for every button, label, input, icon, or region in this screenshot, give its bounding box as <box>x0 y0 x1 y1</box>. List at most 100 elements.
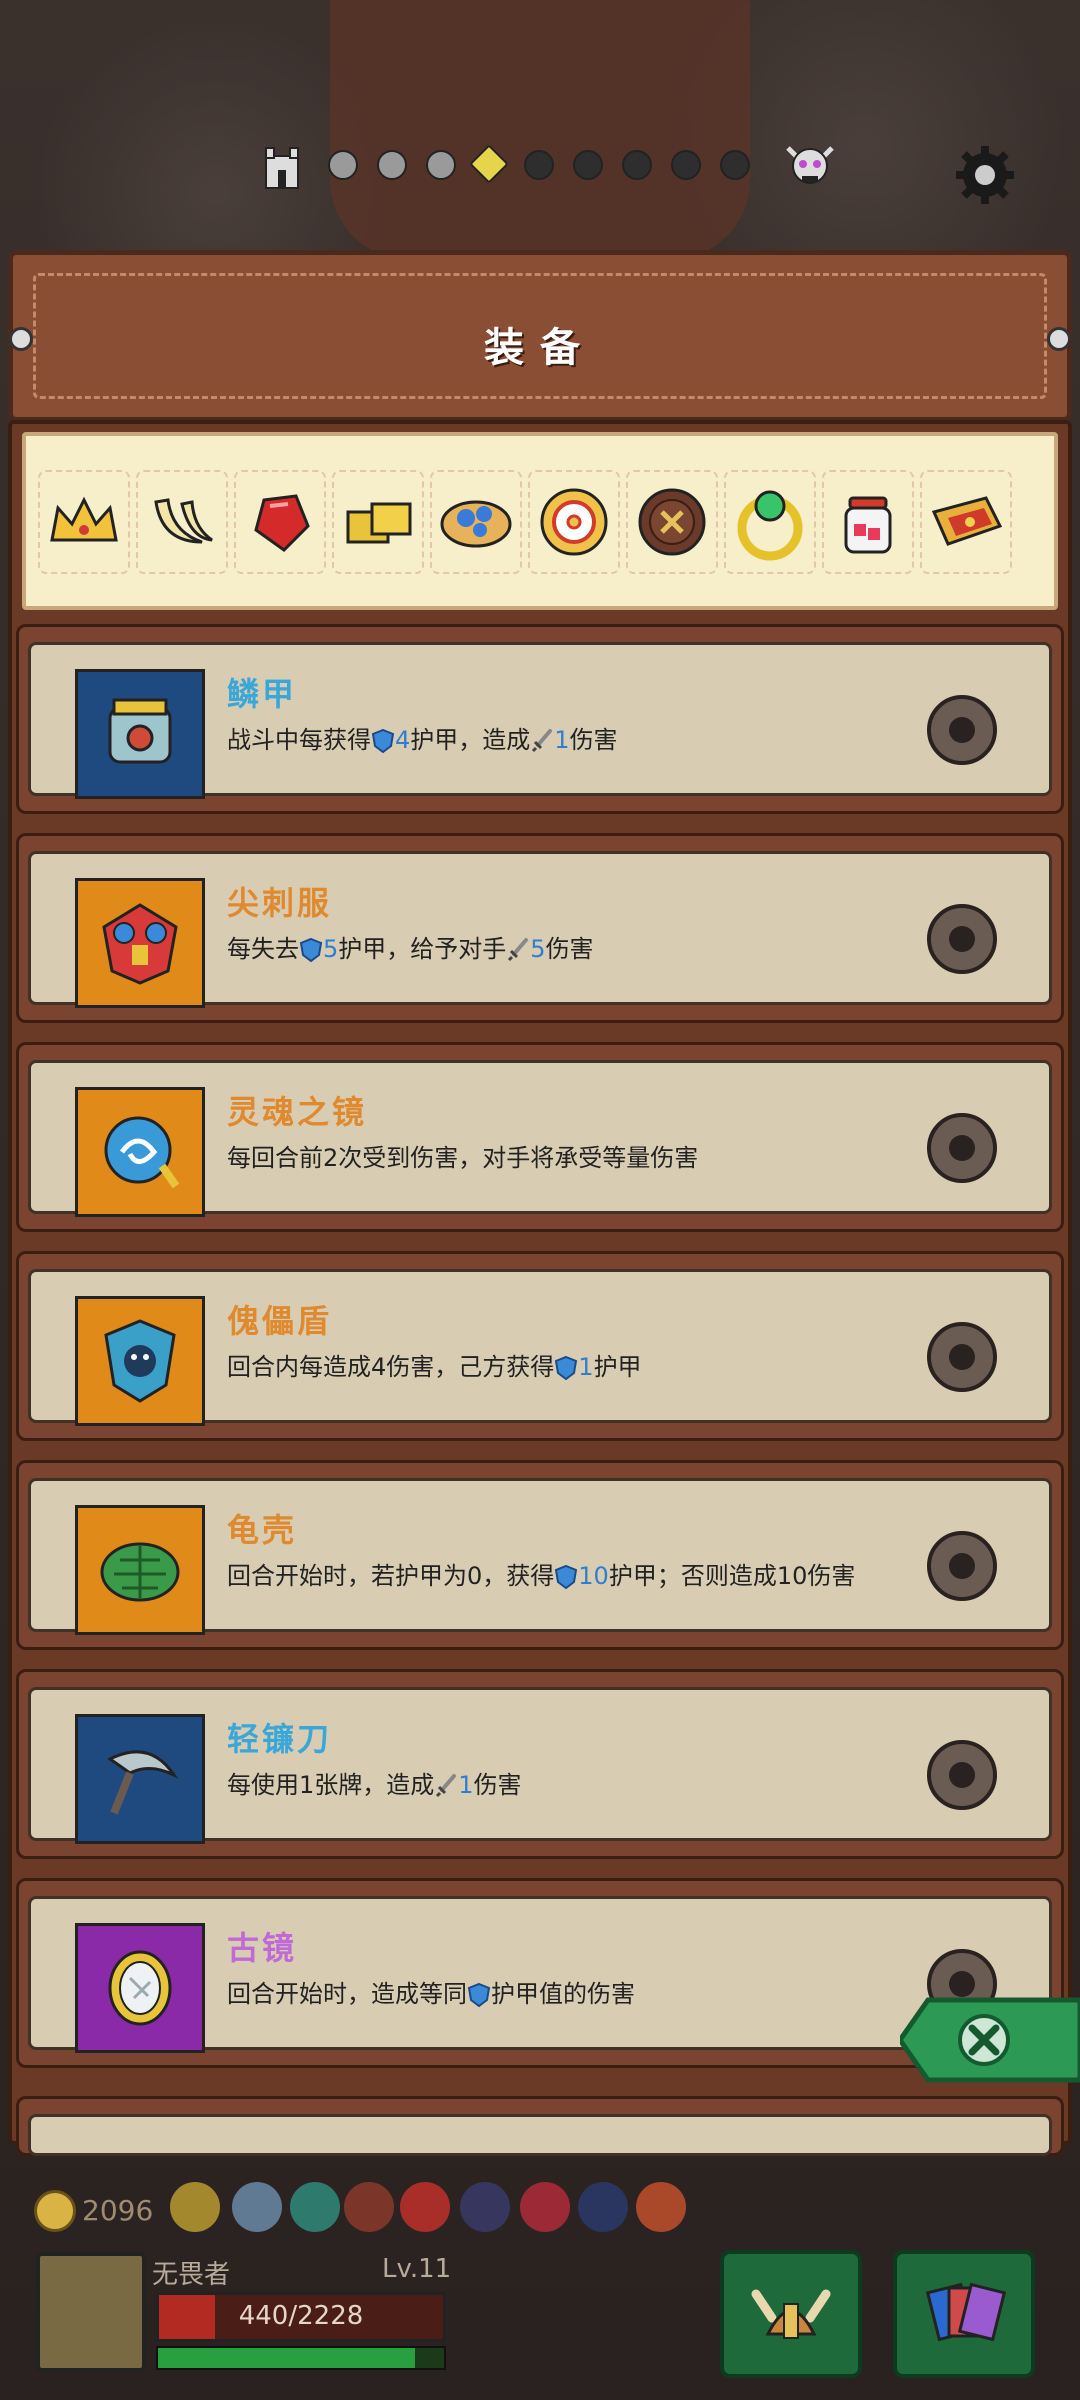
map-node-dot <box>573 150 603 180</box>
equipment-name: 轻镰刀 <box>227 1720 333 1758</box>
sword-icon <box>532 729 553 753</box>
relic-slot[interactable] <box>136 470 228 574</box>
relic-slot[interactable] <box>430 470 522 574</box>
equip-slot-button[interactable] <box>927 904 997 974</box>
equip-slot-button[interactable] <box>927 1740 997 1810</box>
equipment-description: 回合开始时，若护甲为0，获得 10护甲；否则造成10伤害 <box>227 1559 927 1593</box>
effect-text: 每回合前2次受到伤害，对手将承受等量伤害 <box>227 1144 699 1172</box>
effect-text: 回合内每造成4伤害，己方获得 <box>227 1353 555 1381</box>
relic-mini-icon <box>232 2182 282 2232</box>
castle-icon <box>265 147 299 189</box>
effect-text: 护甲，造成 <box>410 726 531 754</box>
relic-slot[interactable] <box>234 470 326 574</box>
page-title: 装备 <box>484 325 596 371</box>
title-board: 装备 <box>8 250 1072 422</box>
equipment-card[interactable]: 轻镰刀每使用1张牌，造成 1伤害 <box>16 1669 1064 1859</box>
equipment-icon <box>75 1087 205 1217</box>
equipment-name: 古镜 <box>227 1929 298 1967</box>
effect-text: 回合开始时，若护甲为0，获得 <box>227 1562 555 1590</box>
shield-icon <box>467 1982 491 2008</box>
close-button[interactable] <box>900 1990 1080 2090</box>
equipment-card[interactable]: 灵魂之镜 每回合前2次受到伤害，对手将承受等量伤害 <box>16 1042 1064 1232</box>
shield-icon <box>299 937 323 963</box>
sword-icon <box>436 1774 457 1798</box>
equipment-card[interactable]: 龟壳 回合开始时，若护甲为0，获得 10护甲；否则造成10伤害 <box>16 1460 1064 1650</box>
ring-donut-icon <box>540 488 608 556</box>
equipment-card[interactable]: 鳞甲战斗中每获得 4护甲，造成 1伤害 <box>16 624 1064 814</box>
shield-icon <box>555 1564 578 1590</box>
relic-mini-icon <box>344 2182 394 2232</box>
spellbook-icon <box>931 496 1003 546</box>
boss-skull-icon <box>786 146 834 184</box>
equipment-description: 回合内每造成4伤害，己方获得 1护甲 <box>227 1350 927 1384</box>
equipment-icon <box>75 1505 205 1635</box>
relic-slot[interactable] <box>920 470 1012 574</box>
equipment-card[interactable]: 尖刺服每失去 5护甲，给予对手 5伤害 <box>16 833 1064 1023</box>
settings-gear-icon[interactable] <box>950 140 1020 210</box>
equip-slot-button[interactable] <box>927 1322 997 1392</box>
player-avatar <box>36 2252 146 2372</box>
current-node-marker <box>469 144 509 184</box>
effect-value: 5 <box>530 935 546 963</box>
card-partial <box>16 2096 1064 2156</box>
effect-text: 护甲 <box>593 1353 642 1381</box>
deck-button[interactable] <box>720 2250 862 2378</box>
effect-value: 4 <box>395 726 411 754</box>
effect-value: 1 <box>554 726 570 754</box>
button-icon <box>638 488 706 556</box>
effect-value: 5 <box>323 935 339 963</box>
map-node-dot <box>426 150 456 180</box>
relic-slot[interactable] <box>332 470 424 574</box>
equipment-card[interactable]: 傀儡盾回合内每造成4伤害，己方获得 1护甲 <box>16 1251 1064 1441</box>
effect-text: 护甲值的伤害 <box>491 1980 635 2008</box>
relic-mini-icon <box>460 2182 510 2232</box>
emerald-ring-icon <box>737 490 803 561</box>
effect-value: 1 <box>578 1353 594 1381</box>
sword-icon <box>508 938 529 962</box>
banana-icon <box>154 498 213 544</box>
relic-slot[interactable] <box>822 470 914 574</box>
map-node-dot <box>328 150 358 180</box>
equipment-description: 每失去 5护甲，给予对手 5伤害 <box>227 932 927 966</box>
equipment-icon <box>75 1296 205 1426</box>
equip-slot-button[interactable] <box>927 695 997 765</box>
hp-text: 440/2228 <box>238 2301 364 2331</box>
equipment-description: 每使用1张牌，造成 1伤害 <box>227 1768 927 1802</box>
equipment-name: 鳞甲 <box>227 675 298 713</box>
relic-mini-icon <box>400 2182 450 2232</box>
cards-button[interactable] <box>893 2250 1035 2378</box>
ruby-icon <box>254 494 310 552</box>
relic-slot[interactable] <box>528 470 620 574</box>
effect-text: 护甲；否则造成10伤害 <box>608 1562 856 1590</box>
effect-text: 伤害 <box>569 726 618 754</box>
equip-slot-button[interactable] <box>927 1113 997 1183</box>
effect-text: 护甲，给予对手 <box>338 935 507 963</box>
map-node-dot <box>622 150 652 180</box>
equipment-icon <box>75 878 205 1008</box>
relic-slot[interactable] <box>38 470 130 574</box>
equipment-name: 傀儡盾 <box>227 1302 333 1340</box>
equipment-name: 尖刺服 <box>227 884 333 922</box>
player-level: Lv.11 <box>382 2254 452 2284</box>
map-progress <box>260 140 840 190</box>
map-node-dot <box>720 150 750 180</box>
coin-icon <box>34 2190 76 2232</box>
equipment-icon <box>75 669 205 799</box>
shield-icon <box>555 1355 578 1381</box>
coin-count: 2096 <box>82 2194 154 2227</box>
effect-value: 1 <box>458 1771 474 1799</box>
effect-text: 回合开始时，造成等同 <box>227 1980 467 2008</box>
equip-slot-button[interactable] <box>927 1531 997 1601</box>
equipment-description: 每回合前2次受到伤害，对手将承受等量伤害 <box>227 1141 927 1175</box>
jar-icon <box>844 496 892 554</box>
effect-text: 战斗中每获得 <box>227 726 371 754</box>
effect-text: 伤害 <box>473 1771 522 1799</box>
shield-icon <box>371 728 395 754</box>
hp-bar: 440/2228 <box>156 2292 446 2342</box>
cards-icon <box>925 2282 1007 2342</box>
relic-mini-icon <box>636 2182 686 2232</box>
map-node-dot <box>377 150 407 180</box>
relic-slot[interactable] <box>626 470 718 574</box>
gold-bars-icon <box>346 502 412 544</box>
relic-slot[interactable] <box>724 470 816 574</box>
